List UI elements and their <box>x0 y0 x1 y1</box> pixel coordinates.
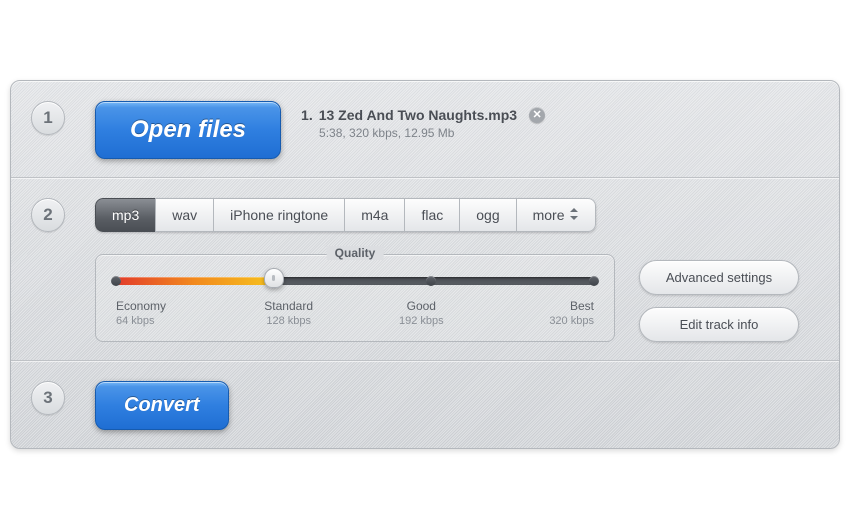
slider-handle[interactable] <box>264 268 284 294</box>
format-tab-m4a[interactable]: m4a <box>344 198 404 232</box>
quality-kbps-good: 192 kbps <box>381 315 461 327</box>
step-2: 2 mp3 wav iPhone ringtone m4a flac ogg m… <box>11 177 839 360</box>
file-name: 13 Zed And Two Naughts.mp3 <box>319 107 517 123</box>
up-down-icon <box>569 207 579 223</box>
edit-track-info-button[interactable]: Edit track info <box>639 307 799 342</box>
quality-box: Quality Economy 64 kbps <box>95 254 615 342</box>
quality-slider[interactable] <box>116 277 594 285</box>
step-number-3: 3 <box>31 381 65 415</box>
remove-file-icon[interactable]: ✕ <box>529 107 545 123</box>
format-tab-ogg[interactable]: ogg <box>459 198 515 232</box>
advanced-settings-button[interactable]: Advanced settings <box>639 260 799 295</box>
slider-labels: Economy 64 kbps Standard 128 kbps Good 1… <box>116 299 594 327</box>
step-1: 1 Open files 1. 13 Zed And Two Naughts.m… <box>11 81 839 177</box>
format-tab-more[interactable]: more <box>516 198 596 232</box>
format-tab-wav[interactable]: wav <box>155 198 213 232</box>
format-tab-flac[interactable]: flac <box>404 198 459 232</box>
format-tabs: mp3 wav iPhone ringtone m4a flac ogg mor… <box>95 198 596 232</box>
quality-kbps-economy: 64 kbps <box>116 315 196 327</box>
quality-kbps-best: 320 kbps <box>514 315 594 327</box>
convert-button[interactable]: Convert <box>95 381 229 430</box>
format-tab-mp3[interactable]: mp3 <box>95 198 155 232</box>
quality-label-good: Good <box>407 299 436 313</box>
side-buttons: Advanced settings Edit track info <box>639 260 799 342</box>
quality-kbps-standard: 128 kbps <box>249 315 329 327</box>
file-info: 1. 13 Zed And Two Naughts.mp3 ✕ 5:38, 32… <box>301 101 545 140</box>
open-files-button[interactable]: Open files <box>95 101 281 159</box>
format-tab-iphone-ringtone[interactable]: iPhone ringtone <box>213 198 344 232</box>
step-3: 3 Convert <box>11 360 839 448</box>
step-number-1: 1 <box>31 101 65 135</box>
slider-track-fill <box>116 277 274 285</box>
format-tab-more-label: more <box>533 207 565 223</box>
quality-label-economy: Economy <box>116 299 166 313</box>
quality-label-standard: Standard <box>264 299 313 313</box>
slider-tick-best[interactable] <box>589 276 599 286</box>
slider-tick-good[interactable] <box>426 276 436 286</box>
converter-panel: 1 Open files 1. 13 Zed And Two Naughts.m… <box>10 80 840 449</box>
step-number-2: 2 <box>31 198 65 232</box>
quality-label-best: Best <box>570 299 594 313</box>
file-index: 1. <box>301 107 313 123</box>
file-meta: 5:38, 320 kbps, 12.95 Mb <box>319 126 545 140</box>
quality-title: Quality <box>327 246 384 260</box>
slider-tick-economy[interactable] <box>111 276 121 286</box>
